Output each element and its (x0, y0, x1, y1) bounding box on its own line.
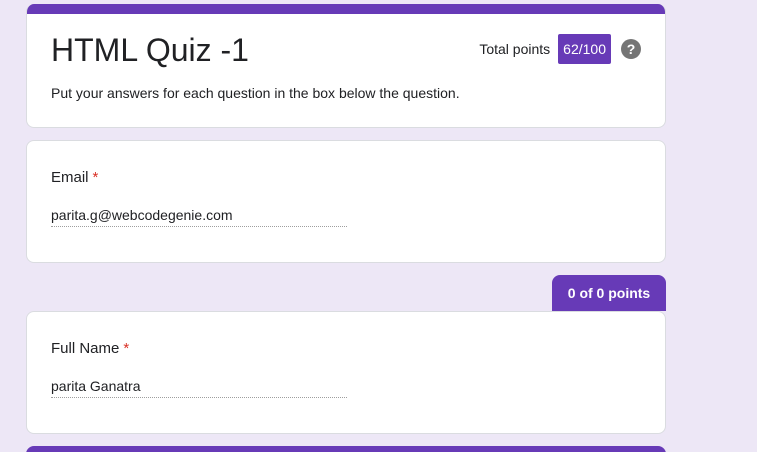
required-asterisk: * (92, 169, 99, 186)
form-header-card: HTML Quiz -1 Total points 62/100 ? Put y… (26, 4, 666, 128)
form-title: HTML Quiz -1 (51, 32, 249, 68)
question-label: Email * (51, 169, 98, 187)
form-description: Put your answers for each question in th… (51, 85, 460, 101)
full-name-answer: parita Ganatra (51, 377, 347, 398)
total-points-label: Total points (479, 41, 551, 57)
section-points-tab: 0 of 0 points (552, 275, 666, 311)
question-card-email: Email * parita.g@webcodegenie.com (26, 140, 666, 263)
form-header-accent-bar (27, 4, 665, 14)
quiz-results-page: HTML Quiz -1 Total points 62/100 ? Put y… (0, 0, 757, 452)
next-section-accent-bar (26, 446, 666, 452)
question-label: Full Name * (51, 340, 129, 358)
email-answer: parita.g@webcodegenie.com (51, 206, 347, 227)
total-points-area: Total points 62/100 ? (479, 34, 641, 64)
total-score-badge: 62/100 (558, 34, 611, 64)
required-asterisk: * (123, 340, 130, 357)
help-icon[interactable]: ? (621, 39, 641, 59)
question-card-full-name: Full Name * parita Ganatra (26, 311, 666, 434)
question-title: Full Name (51, 340, 120, 357)
question-title: Email (51, 169, 89, 186)
